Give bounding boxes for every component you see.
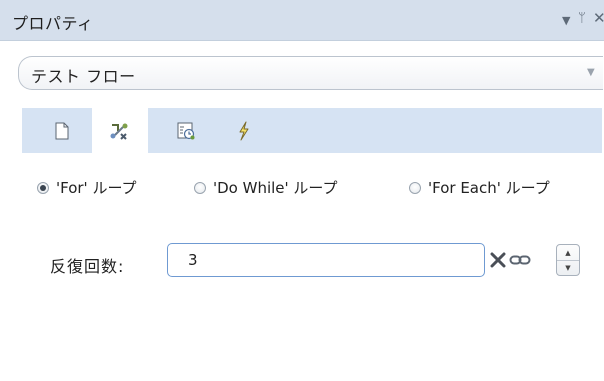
radio-indicator[interactable]	[194, 181, 206, 194]
chevron-down-icon[interactable]: ▼	[587, 67, 595, 78]
properties-panel: プロパティ ▼ ᛘ ✕ テスト フロー ▼ 'For' ループ 'Do Whil…	[0, 0, 604, 381]
tab-schedule[interactable]	[158, 108, 214, 153]
lightning-icon	[239, 121, 249, 140]
radio-for-each-loop[interactable]: 'For Each' ループ	[409, 177, 550, 198]
radio-indicator[interactable]	[409, 181, 421, 194]
radio-indicator[interactable]	[37, 181, 49, 194]
radio-do-while-loop-label: 'Do While' ループ	[213, 179, 338, 197]
panel-title-bar: プロパティ ▼ ᛘ ✕	[0, 0, 604, 41]
stepper-up-icon[interactable]: ▲	[557, 245, 579, 261]
tab-general[interactable]	[34, 108, 90, 153]
tab-loop[interactable]	[92, 108, 148, 154]
radio-for-loop-label: 'For' ループ	[56, 179, 137, 197]
dropdown-menu-icon[interactable]: ▼	[562, 13, 570, 29]
link-icon[interactable]	[509, 251, 531, 269]
clear-icon[interactable]	[489, 251, 507, 269]
iterations-stepper[interactable]: ▲ ▼	[556, 244, 580, 276]
flow-select-value: テスト フロー	[31, 67, 136, 86]
close-icon[interactable]: ✕	[593, 10, 604, 26]
iterations-input[interactable]	[167, 243, 485, 277]
document-icon	[55, 122, 69, 139]
tab-strip	[22, 108, 602, 154]
radio-for-each-loop-label: 'For Each' ループ	[428, 179, 550, 197]
panel-title: プロパティ	[12, 14, 94, 33]
tab-events[interactable]	[216, 108, 272, 153]
stepper-down-icon[interactable]: ▼	[557, 260, 579, 275]
loop-arrows-icon	[110, 123, 128, 140]
radio-for-loop[interactable]: 'For' ループ	[37, 177, 137, 198]
schedule-icon	[177, 122, 195, 139]
loop-type-group: 'For' ループ 'Do While' ループ 'For Each' ループ	[25, 177, 595, 201]
radio-do-while-loop[interactable]: 'Do While' ループ	[194, 177, 338, 198]
pin-icon[interactable]: ᛘ	[578, 11, 586, 27]
iterations-label: 反復回数:	[50, 257, 125, 276]
flow-select[interactable]: テスト フロー ▼	[18, 56, 603, 90]
